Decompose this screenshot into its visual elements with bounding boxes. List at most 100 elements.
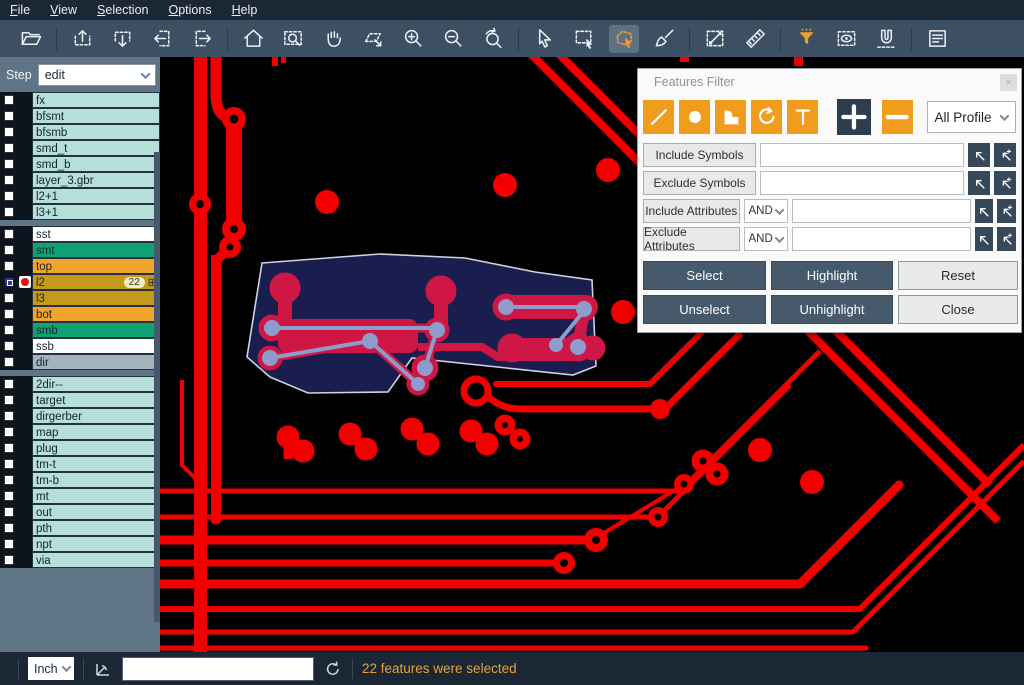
layer-name-pth[interactable]: pth: [32, 520, 160, 536]
active-layer-cell[interactable]: [17, 536, 32, 552]
active-layer-cell[interactable]: [17, 108, 32, 124]
layer-checkbox-bfsmb[interactable]: [4, 127, 14, 137]
units-select[interactable]: Inch: [28, 657, 74, 680]
layer-checkbox-bfsmt[interactable]: [4, 111, 14, 121]
layer-name-top[interactable]: top: [32, 258, 160, 274]
layer-name-tm-b[interactable]: tm-b: [32, 472, 160, 488]
include-symbols-pick-button[interactable]: [968, 143, 990, 167]
layer-checkbox-layer_3.gbr[interactable]: [4, 175, 14, 185]
active-layer-cell[interactable]: [17, 408, 32, 424]
layer-name-smd_t[interactable]: smd_t: [32, 140, 160, 156]
unselect-button[interactable]: Unselect: [643, 295, 766, 324]
active-layer-cell[interactable]: [17, 392, 32, 408]
active-layer-cell[interactable]: [17, 140, 32, 156]
include-attributes-operator-select[interactable]: AND: [744, 199, 788, 223]
layer-checkbox-smt[interactable]: [4, 245, 14, 255]
active-layer-cell[interactable]: [17, 258, 32, 274]
layer-checkbox-tm-b[interactable]: [4, 475, 14, 485]
layer-checkbox-bot[interactable]: [4, 309, 14, 319]
active-layer-cell[interactable]: [17, 376, 32, 392]
active-layer-cell[interactable]: [17, 472, 32, 488]
active-layer-cell[interactable]: [17, 204, 32, 220]
layer-checkbox-smd_t[interactable]: [4, 143, 14, 153]
layer-name-smt[interactable]: smt: [32, 242, 160, 258]
snap-icon[interactable]: [871, 25, 901, 53]
layer-checkbox-2dir--[interactable]: [4, 379, 14, 389]
ruler-icon[interactable]: [740, 25, 770, 53]
active-layer-cell[interactable]: [17, 290, 32, 306]
polygon-select-icon[interactable]: [609, 25, 639, 53]
step-select[interactable]: edit: [38, 64, 156, 86]
reset-button[interactable]: Reset: [898, 261, 1018, 290]
layer-name-bot[interactable]: bot: [32, 306, 160, 322]
layer-name-fx[interactable]: fx: [32, 92, 160, 108]
layer-checkbox-l2[interactable]: [4, 277, 14, 287]
zoom-previous-icon[interactable]: [478, 25, 508, 53]
active-layer-cell[interactable]: [17, 520, 32, 536]
pan-up-icon[interactable]: [67, 25, 97, 53]
highlight-button[interactable]: Highlight: [771, 261, 893, 290]
exclude-attributes-input[interactable]: [792, 227, 971, 251]
exclude-attributes-pick-add-button[interactable]: [997, 227, 1016, 251]
layer-name-ssb[interactable]: ssb: [32, 338, 160, 354]
layer-name-npt[interactable]: npt: [32, 536, 160, 552]
active-layer-cell[interactable]: [17, 188, 32, 204]
text-feature-icon[interactable]: [787, 100, 818, 134]
pointer-select-icon[interactable]: [529, 25, 559, 53]
exclude-attributes-operator-select[interactable]: AND: [744, 227, 788, 251]
layer-checkbox-tm-t[interactable]: [4, 459, 14, 469]
active-layer-cell[interactable]: [17, 156, 32, 172]
zoom-out-icon[interactable]: [438, 25, 468, 53]
zoom-window-icon[interactable]: [278, 25, 308, 53]
layer-checkbox-l2+1[interactable]: [4, 191, 14, 201]
exclude-symbols-pick-button[interactable]: [968, 171, 990, 195]
active-layer-cell[interactable]: [17, 306, 32, 322]
panel-toggle-icon[interactable]: [922, 25, 952, 53]
corner-angle-icon[interactable]: [93, 659, 113, 679]
layer-name-dirgerber[interactable]: dirgerber: [32, 408, 160, 424]
active-layer-cell[interactable]: [17, 172, 32, 188]
layer-name-smd_b[interactable]: smd_b: [32, 156, 160, 172]
include-symbols-pick-add-button[interactable]: [994, 143, 1016, 167]
line-feature-icon[interactable]: [643, 100, 674, 134]
layer-name-mt[interactable]: mt: [32, 488, 160, 504]
active-layer-cell[interactable]: [17, 440, 32, 456]
layer-checkbox-mt[interactable]: [4, 491, 14, 501]
pan-down-icon[interactable]: [107, 25, 137, 53]
view-options-icon[interactable]: [831, 25, 861, 53]
layer-checkbox-out[interactable]: [4, 507, 14, 517]
zoom-in-icon[interactable]: [398, 25, 428, 53]
layer-name-target[interactable]: target: [32, 392, 160, 408]
layer-name-plug[interactable]: plug: [32, 440, 160, 456]
layer-checkbox-pth[interactable]: [4, 523, 14, 533]
active-layer-cell[interactable]: [17, 488, 32, 504]
layer-name-bfsmb[interactable]: bfsmb: [32, 124, 160, 140]
layer-name-l2+1[interactable]: l2+1: [32, 188, 160, 204]
include-attributes-pick-button[interactable]: [975, 199, 994, 223]
exclude-symbols-pick-add-button[interactable]: [994, 171, 1016, 195]
active-layer-cell[interactable]: [17, 504, 32, 520]
active-layer-cell[interactable]: [17, 322, 32, 338]
exclude-symbols-button[interactable]: Exclude Symbols: [643, 171, 756, 195]
layer-checkbox-ssb[interactable]: [4, 341, 14, 351]
active-layer-cell[interactable]: [17, 354, 32, 370]
layer-name-dir[interactable]: dir: [32, 354, 160, 370]
pan-left-icon[interactable]: [147, 25, 177, 53]
layer-checkbox-via[interactable]: [4, 555, 14, 565]
home-view-icon[interactable]: [238, 25, 268, 53]
menu-item-options[interactable]: Options: [168, 3, 211, 17]
remove-filter-icon[interactable]: [882, 100, 912, 134]
layer-name-2dir--[interactable]: 2dir--: [32, 376, 160, 392]
layer-checkbox-dirgerber[interactable]: [4, 411, 14, 421]
menu-item-selection[interactable]: Selection: [97, 3, 148, 17]
selection-region[interactable]: [247, 254, 605, 395]
layer-name-l3[interactable]: l3: [32, 290, 160, 306]
layer-name-layer_3.gbr[interactable]: layer_3.gbr: [32, 172, 160, 188]
include-attributes-pick-add-button[interactable]: [997, 199, 1016, 223]
include-attributes-input[interactable]: [792, 199, 971, 223]
zoom-selection-icon[interactable]: [358, 25, 388, 53]
include-attributes-button[interactable]: Include Attributes: [643, 199, 740, 223]
pad-feature-icon[interactable]: [679, 100, 710, 134]
select-button[interactable]: Select: [643, 261, 766, 290]
pan-right-icon[interactable]: [187, 25, 217, 53]
